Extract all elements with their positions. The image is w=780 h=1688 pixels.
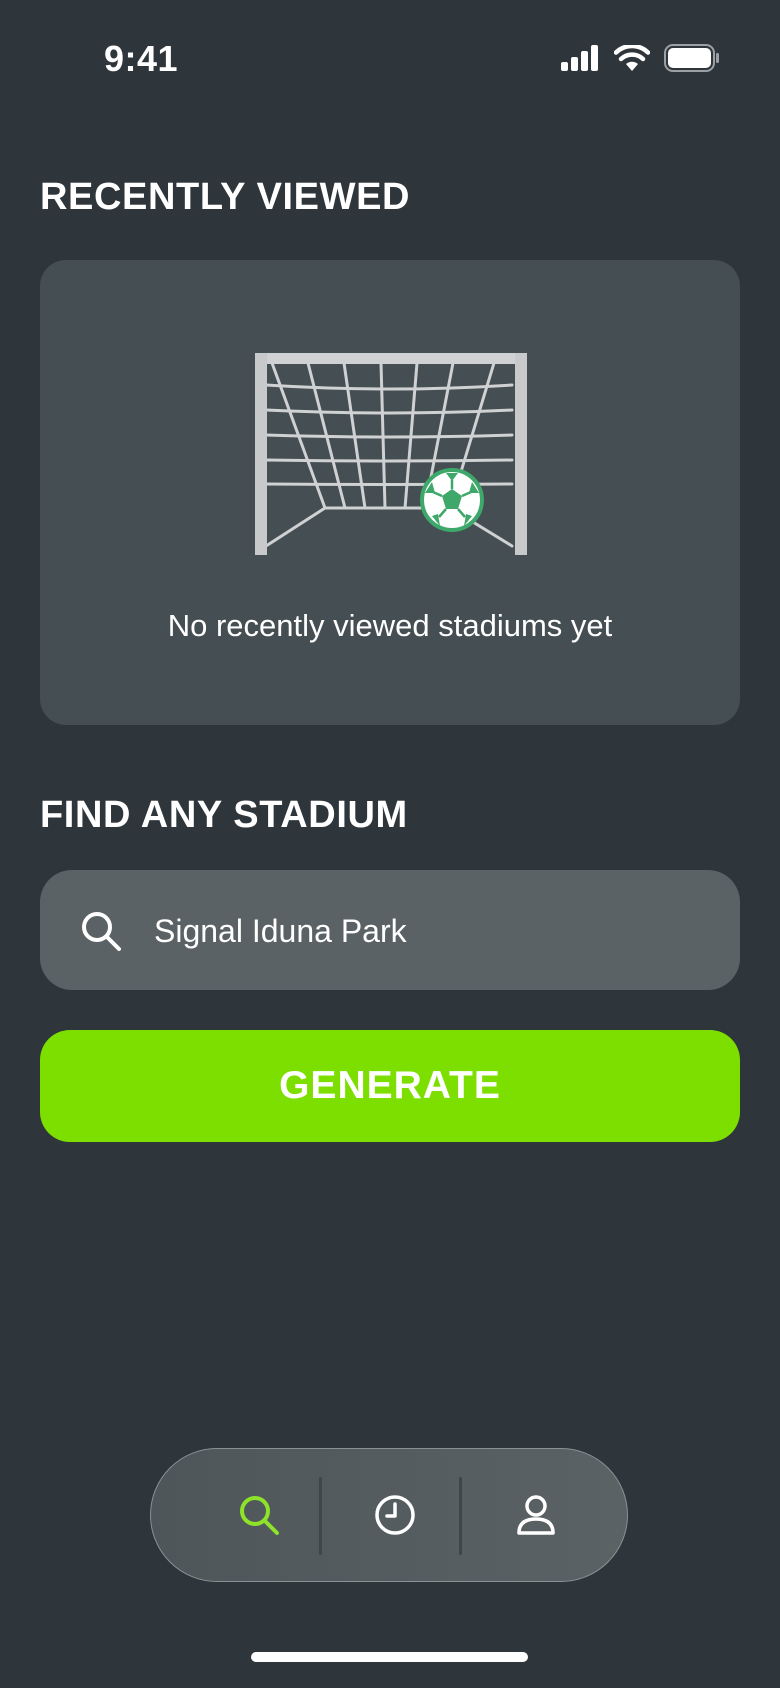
search-icon: [240, 1495, 279, 1535]
search-icon: [82, 912, 121, 951]
tab-profile[interactable]: [466, 1449, 606, 1580]
user-icon: [517, 1494, 555, 1535]
wifi-icon: [614, 45, 650, 71]
status-icons: [560, 44, 720, 72]
tab-divider: [319, 1477, 322, 1555]
battery-icon: [664, 44, 719, 72]
clock-icon: [375, 1494, 415, 1535]
recently-viewed-title: RECENTLY VIEWED: [40, 176, 411, 218]
soccer-ball: [420, 468, 484, 532]
generate-button[interactable]: GENERATE: [40, 1030, 740, 1142]
home-indicator: [251, 1652, 528, 1662]
stadium-search-field[interactable]: [40, 870, 740, 990]
bottom-tab-bar: [150, 1448, 628, 1582]
find-stadium-title: FIND ANY STADIUM: [40, 794, 408, 836]
status-time: 9:41: [104, 38, 179, 79]
cellular-signal-icon: [561, 45, 598, 71]
tab-divider: [459, 1477, 462, 1555]
tab-search[interactable]: [189, 1449, 329, 1580]
soccer-goal-icon: [255, 353, 527, 555]
tab-history[interactable]: [325, 1449, 465, 1580]
empty-state-message: No recently viewed stadiums yet: [167, 608, 613, 643]
stadium-search-input[interactable]: [152, 900, 716, 962]
recently-viewed-empty-card: No recently viewed stadiums yet: [40, 260, 740, 725]
status-bar: 9:41: [0, 0, 780, 118]
